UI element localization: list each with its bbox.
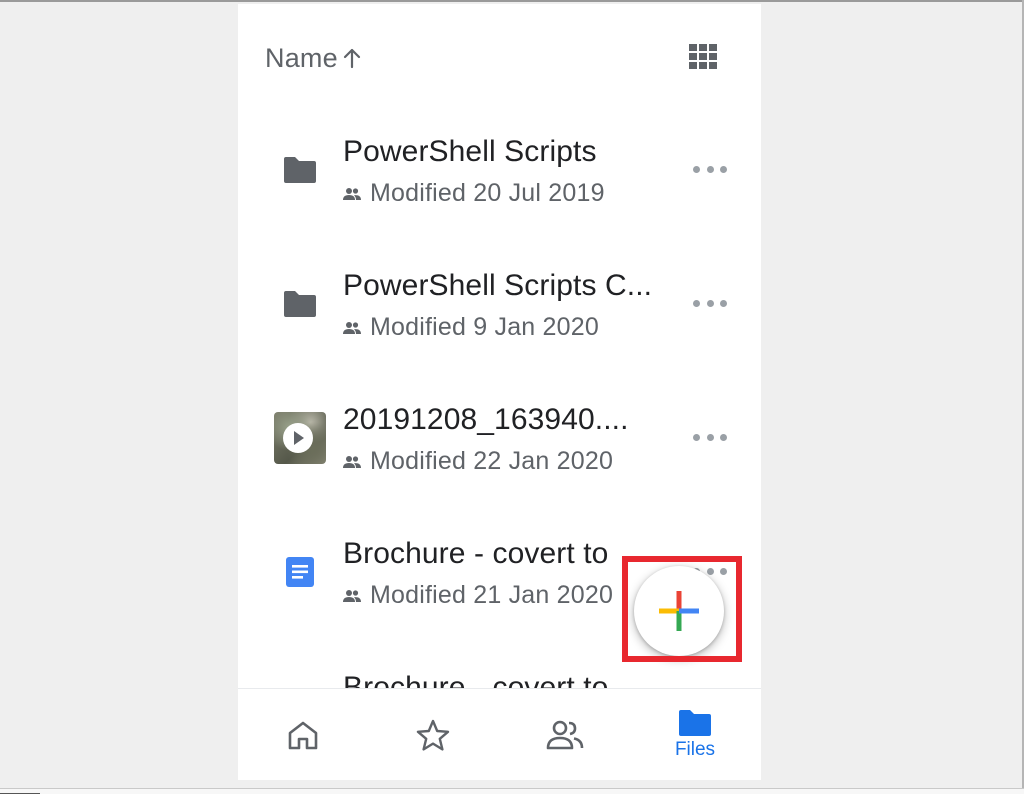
folder-icon: [274, 278, 326, 330]
nav-files-label: Files: [674, 739, 716, 760]
people-icon: [343, 321, 361, 335]
nav-shared[interactable]: [515, 689, 615, 780]
file-meta: Modified 9 Jan 2020: [343, 313, 599, 342]
star-icon: [416, 719, 450, 751]
people-icon: [343, 187, 361, 201]
play-icon: [283, 423, 313, 453]
arrow-up-icon: [342, 47, 362, 69]
window-frame-top: [0, 0, 1024, 2]
video-thumbnail-icon: [274, 412, 326, 464]
grid-view-icon[interactable]: [689, 44, 719, 70]
list-item[interactable]: PowerShell Scripts C... Modified 9 Jan 2…: [238, 256, 761, 390]
file-meta: Modified 20 Jul 2019: [343, 179, 605, 208]
folder-icon: [679, 710, 711, 736]
more-options-icon[interactable]: [693, 430, 727, 444]
new-item-button[interactable]: [634, 566, 724, 656]
drive-app-screen: Name PowerShell Scripts Modified 20 Jul …: [238, 4, 761, 780]
nav-starred[interactable]: [383, 689, 483, 780]
modified-date: Modified 9 Jan 2020: [370, 313, 599, 341]
nav-files[interactable]: Files: [645, 689, 745, 780]
people-icon: [343, 589, 361, 603]
modified-date: Modified 20 Jul 2019: [370, 179, 605, 207]
folder-icon: [274, 144, 326, 196]
modified-date: Modified 21 Jan 2020: [370, 581, 614, 609]
sort-by-name-button[interactable]: Name: [265, 41, 362, 75]
people-icon: [343, 455, 361, 469]
file-meta: Modified 21 Jan 2020: [343, 581, 613, 610]
google-docs-icon: [274, 546, 326, 598]
sort-label: Name: [265, 42, 338, 73]
more-options-icon[interactable]: [693, 296, 727, 310]
list-item[interactable]: 20191208_163940.... Modified 22 Jan 2020: [238, 390, 761, 524]
more-options-icon[interactable]: [693, 162, 727, 176]
home-icon: [288, 721, 318, 750]
bottom-navigation: Files: [238, 688, 761, 780]
file-meta: Modified 22 Jan 2020: [343, 447, 613, 476]
file-name: PowerShell Scripts: [343, 135, 597, 168]
file-name: Brochure - covert to: [343, 537, 609, 570]
file-name: 20191208_163940....: [343, 403, 629, 436]
plus-icon: [659, 591, 699, 631]
file-list: PowerShell Scripts Modified 20 Jul 2019 …: [238, 122, 761, 780]
nav-home[interactable]: [253, 689, 353, 780]
file-name: PowerShell Scripts C...: [343, 269, 653, 302]
list-item[interactable]: PowerShell Scripts Modified 20 Jul 2019: [238, 122, 761, 256]
window-frame-bottom: [0, 788, 1024, 794]
shared-people-icon: [546, 720, 584, 750]
modified-date: Modified 22 Jan 2020: [370, 447, 614, 475]
